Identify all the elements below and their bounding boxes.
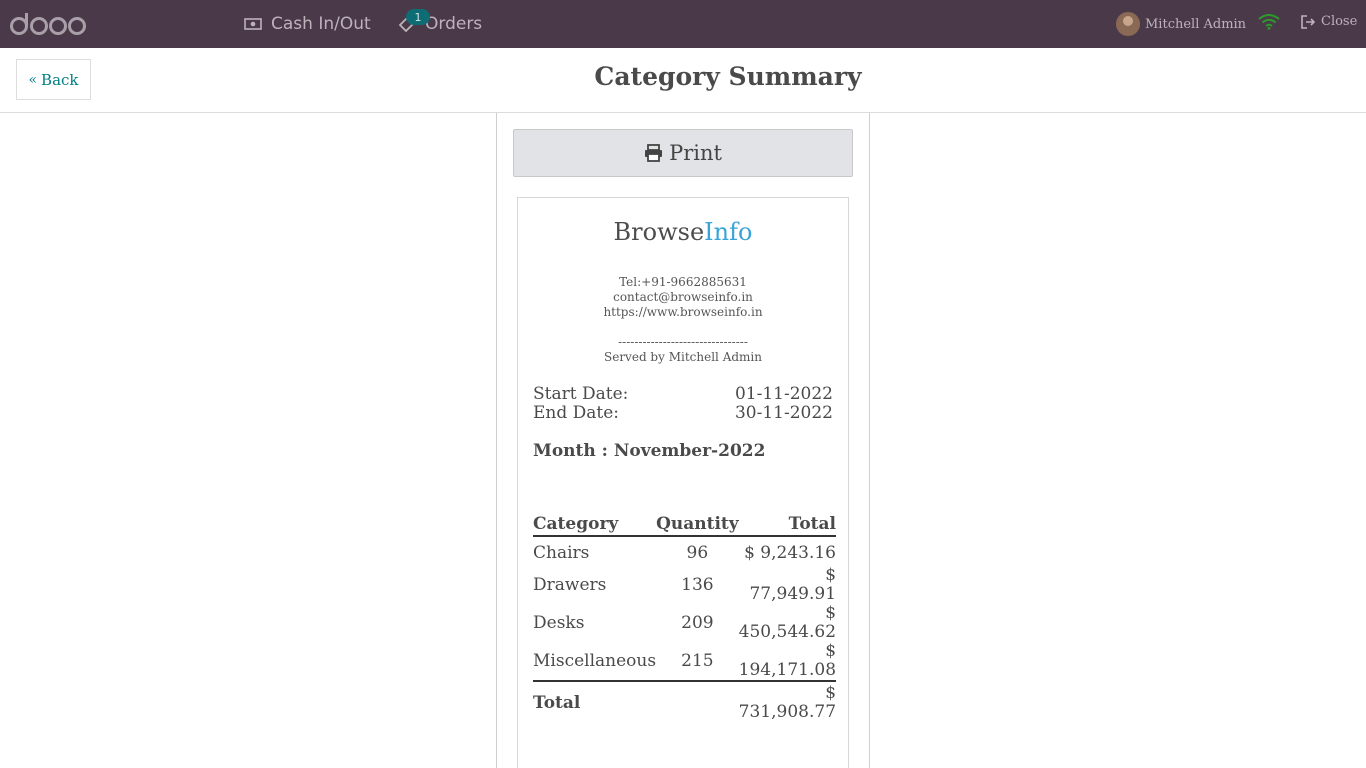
cash-in-out-label: Cash In/Out: [271, 14, 371, 34]
grand-total-currency: $: [825, 683, 837, 703]
quantity-cell: 209: [681, 612, 714, 633]
start-date-label: Start Date:: [533, 384, 629, 404]
total-cell: $77,949.91: [739, 566, 836, 604]
end-date-label: End Date:: [533, 403, 620, 423]
user-name: Mitchell Admin: [1145, 16, 1247, 32]
month-heading: Month : November-2022: [533, 441, 766, 461]
brand-part2: Info: [704, 218, 753, 246]
total-currency: $: [825, 565, 837, 585]
total-currency: $: [825, 603, 837, 623]
grand-total-value: $731,908.77: [739, 681, 836, 722]
close-label: Close: [1321, 14, 1358, 29]
receipt: BrowseInfo Tel:+91-9662885631 contact@br…: [517, 197, 849, 768]
column-header-category: Category: [533, 513, 657, 537]
print-label: Print: [669, 141, 722, 165]
orders-label: Orders: [425, 14, 483, 34]
separator-line: --------------------------------: [618, 335, 748, 349]
category-cell: Chairs: [533, 543, 590, 563]
grand-total-label: Total: [533, 692, 581, 713]
avatar: [1116, 12, 1140, 36]
category-cell: Drawers: [533, 574, 607, 595]
sign-out-icon: [1300, 14, 1316, 29]
category-cell: Desks: [533, 612, 585, 633]
total-cell: $450,544.62: [739, 604, 836, 642]
total-cell: $ 9,243.16: [744, 543, 837, 563]
total-currency: $: [825, 641, 837, 661]
company-website: https://www.browseinfo.in: [603, 305, 763, 319]
quantity-cell: 215: [656, 642, 739, 682]
company-logo: BrowseInfo: [518, 218, 848, 246]
start-date-row: Start Date: 01-11-2022: [533, 384, 833, 404]
grand-total-amount: 731,908.77: [738, 702, 837, 722]
table-row: Drawers 136 $77,949.91: [533, 566, 836, 604]
total-amount: 450,544.62: [738, 622, 837, 642]
column-header-quantity: Quantity: [656, 513, 739, 537]
category-cell: Miscellaneous: [533, 642, 657, 682]
cash-icon: [244, 17, 262, 31]
print-button[interactable]: Print: [513, 129, 853, 177]
wifi-icon: [1258, 14, 1280, 34]
grand-total-quantity-empty: [656, 681, 739, 722]
grand-total-row: Total $731,908.77: [533, 681, 836, 722]
orders-count-badge: 1: [406, 9, 430, 25]
page-title: Category Summary: [594, 62, 862, 91]
printer-icon: [644, 144, 663, 162]
table-row: Chairs 96 $ 9,243.16: [533, 536, 836, 566]
table-header-row: Category Quantity Total: [533, 513, 837, 537]
odoo-logo[interactable]: [10, 11, 86, 37]
category-table: Category Quantity Total Chairs 96 $ 9,24…: [533, 513, 837, 722]
top-bar: Cash In/Out Orders 1 Mitchell Admin Clos…: [0, 0, 1366, 48]
end-date-row: End Date: 30-11-2022: [533, 403, 833, 423]
user-menu[interactable]: Mitchell Admin: [1116, 12, 1246, 36]
quantity-cell: 136: [681, 574, 714, 595]
brand-part1: Browse: [613, 218, 705, 246]
page-header: « Back Category Summary: [0, 48, 1366, 113]
receipt-panel: Print BrowseInfo Tel:+91-9662885631 cont…: [496, 113, 870, 768]
quantity-cell: 96: [686, 543, 709, 563]
total-amount: 194,171.08: [738, 660, 837, 680]
total-amount: 77,949.91: [749, 584, 837, 604]
cash-in-out-button[interactable]: Cash In/Out: [244, 0, 371, 48]
total-cell: $194,171.08: [738, 641, 837, 682]
company-email: contact@browseinfo.in: [613, 290, 753, 304]
start-date-value: 01-11-2022: [734, 384, 833, 404]
end-date-value: 30-11-2022: [734, 403, 833, 423]
company-phone: Tel:+91-9662885631: [619, 275, 747, 289]
close-button[interactable]: Close: [1300, 14, 1357, 29]
column-header-total: Total: [738, 513, 837, 537]
table-row: Miscellaneous 215 $194,171.08: [533, 641, 837, 682]
table-row: Desks 209 $450,544.62: [533, 604, 836, 642]
served-by: Served by Mitchell Admin: [604, 350, 762, 364]
